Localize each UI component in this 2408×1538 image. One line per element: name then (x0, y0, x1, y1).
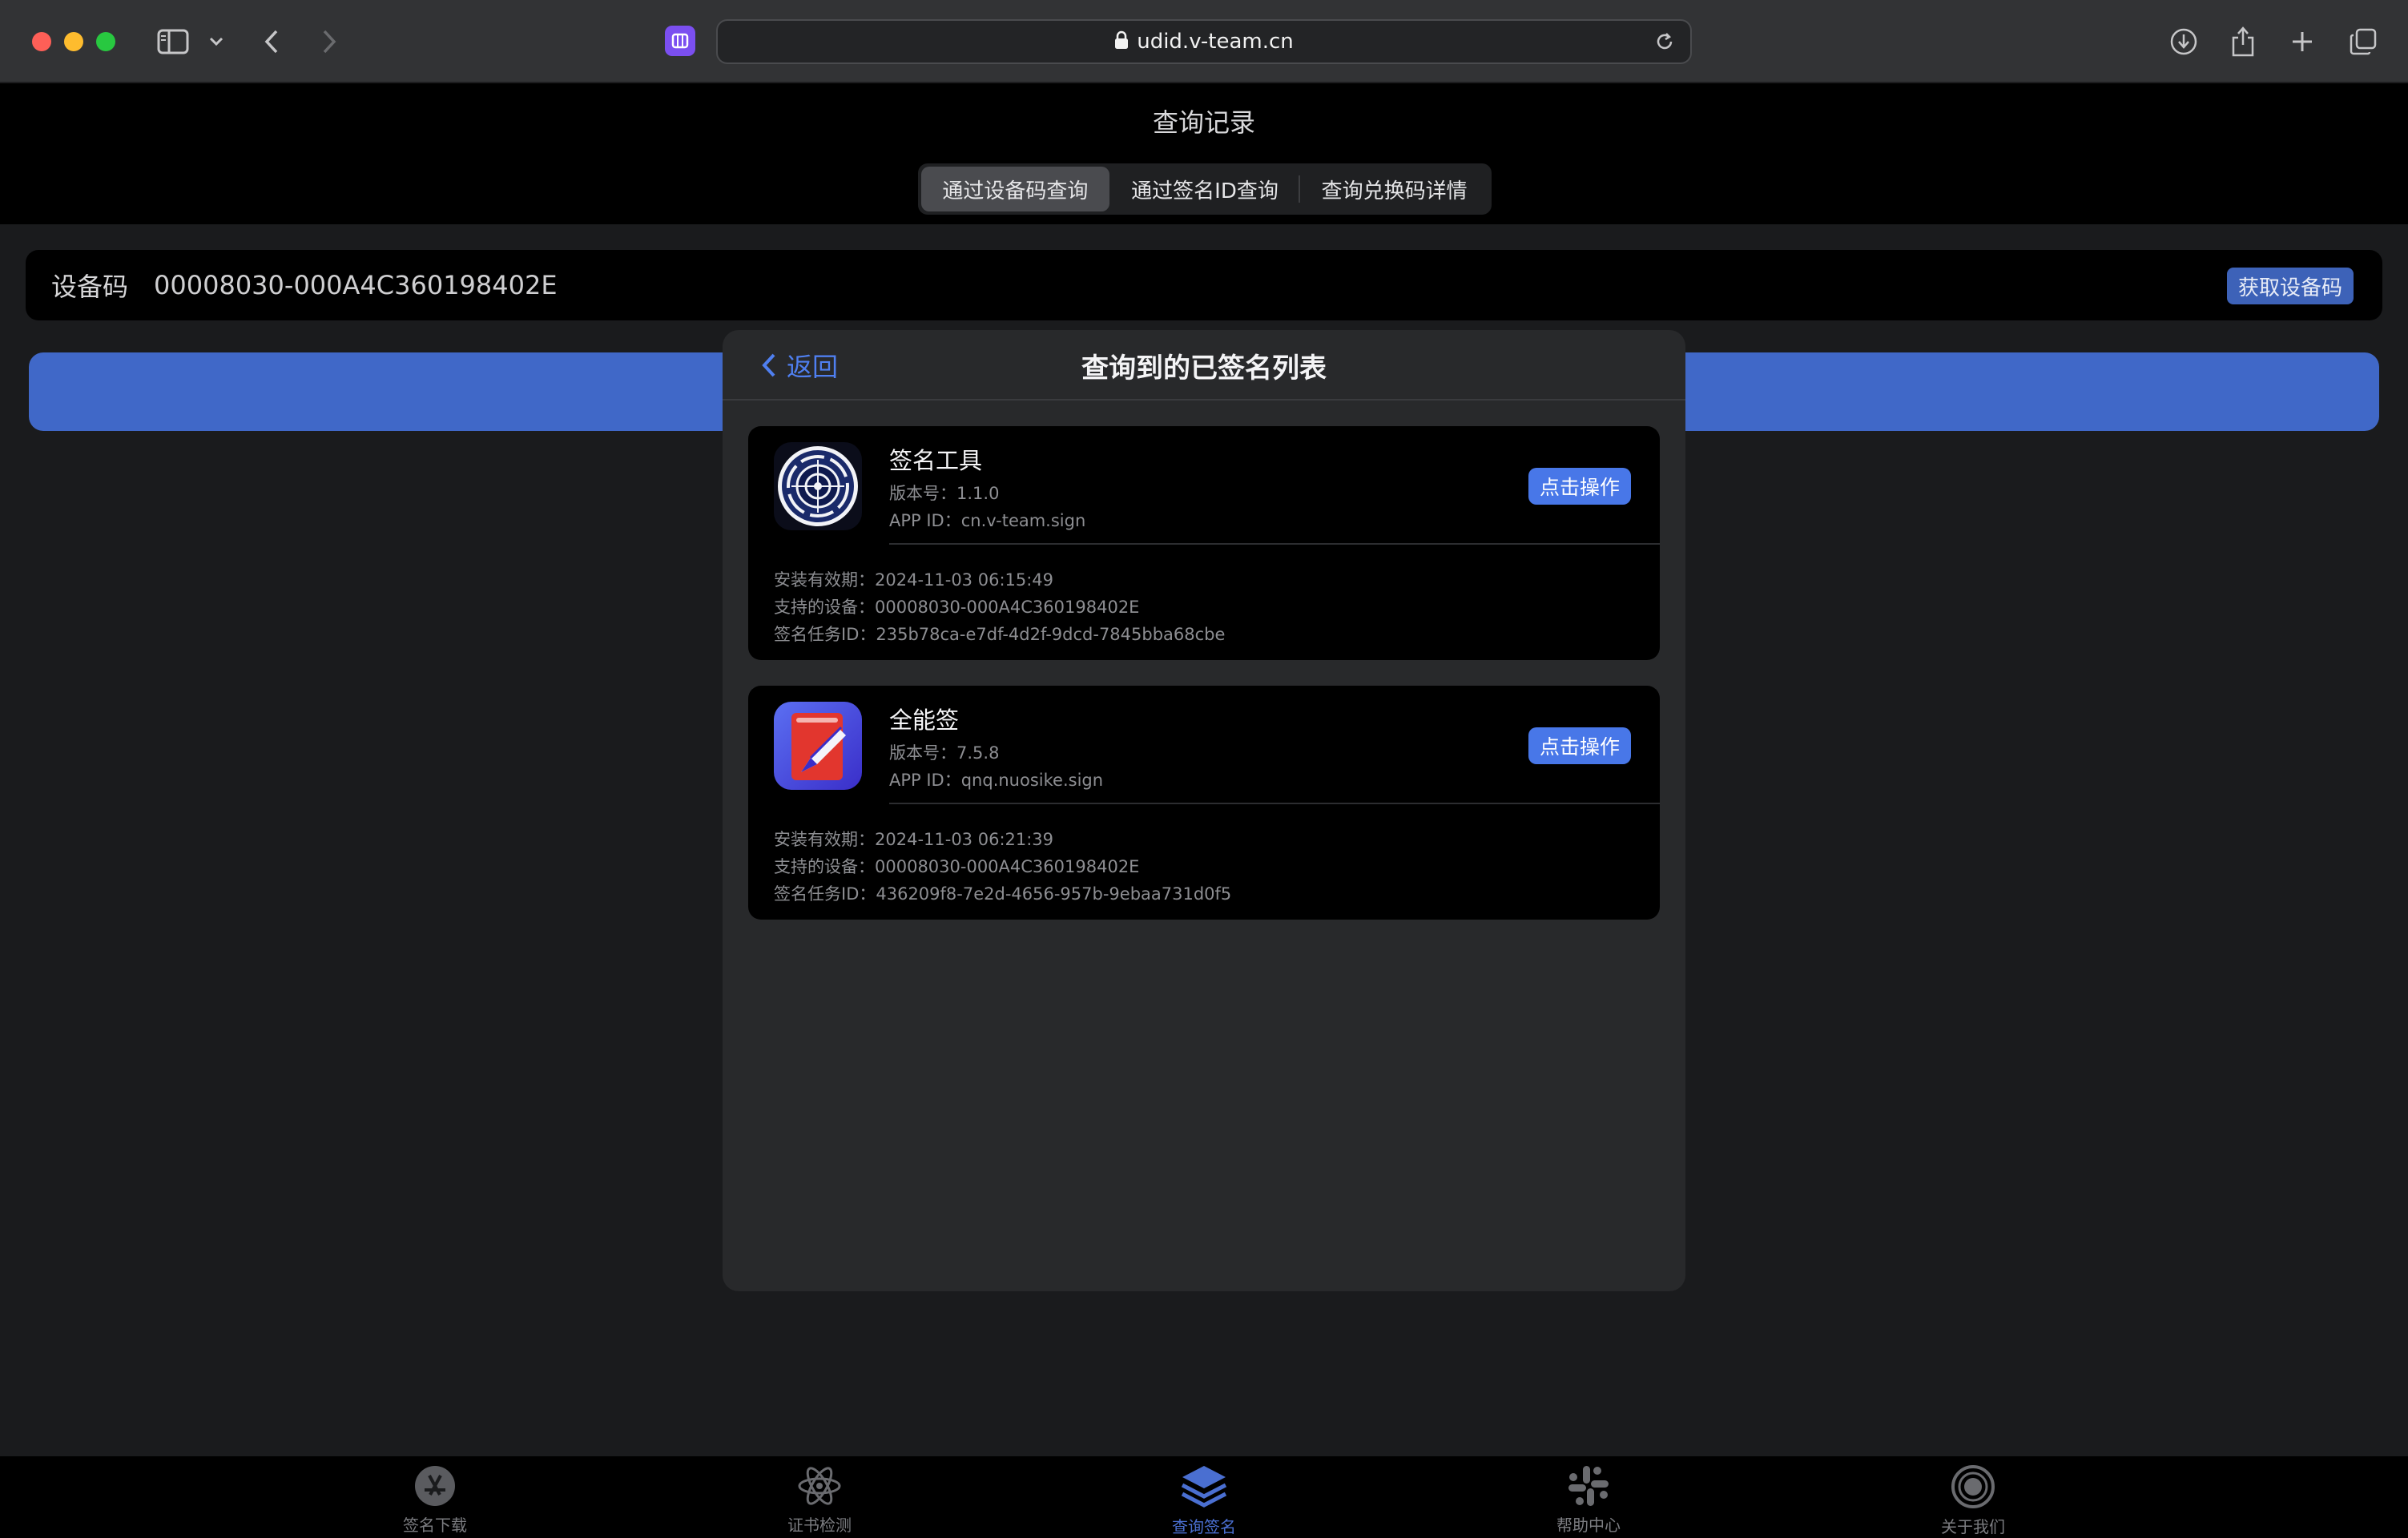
tab-label: 签名下载 (403, 1516, 467, 1535)
device-code-row: 设备码 00008030-000A4C360198402E 获取设备码 (26, 250, 2382, 320)
download-icon[interactable] (2166, 24, 2201, 59)
query-mode-tabs: 通过设备码查询 通过签名ID查询 查询兑换码详情 (918, 163, 1492, 215)
supported-device: 支持的设备：00008030-000A4C360198402E (774, 598, 1140, 617)
app-action-button[interactable]: 点击操作 (1528, 727, 1631, 764)
chevron-down-icon[interactable] (207, 24, 226, 59)
share-icon[interactable] (2227, 24, 2259, 59)
app-name: 签名工具 (889, 447, 983, 474)
modal-title: 查询到的已签名列表 (1081, 352, 1327, 384)
sign-task-id: 签名任务ID：436209f8-7e2d-4656-957b-9ebaa731d… (774, 884, 1232, 904)
app-action-button[interactable]: 点击操作 (1528, 468, 1631, 505)
tab-redeem-code[interactable]: 查询兑换码详情 (1300, 167, 1488, 211)
tab-label: 证书检测 (787, 1516, 852, 1535)
app-bundle-id: APP ID：qnq.nuosike.sign (889, 771, 1104, 790)
page-title: 查询记录 (1152, 107, 1255, 138)
page-header: 查询记录 通过设备码查询 通过签名ID查询 查询兑换码详情 (0, 83, 2408, 224)
tab-help-center[interactable]: 帮助中心 (1508, 1464, 1669, 1538)
install-expiry: 安装有效期：2024-11-03 06:15:49 (774, 570, 1054, 590)
card-divider (889, 803, 1660, 804)
app-name: 全能签 (889, 707, 960, 734)
tab-label: 帮助中心 (1556, 1516, 1621, 1535)
minimize-window-button[interactable] (64, 32, 83, 51)
quanneng-app-icon (774, 702, 862, 790)
app-version: 版本号：7.5.8 (889, 743, 1000, 763)
install-expiry: 安装有效期：2024-11-03 06:21:39 (774, 830, 1054, 849)
target-icon (1951, 1465, 1995, 1508)
tab-signature-id[interactable]: 通过签名ID查询 (1111, 167, 1299, 211)
reload-icon[interactable] (1653, 30, 1676, 56)
browser-toolbar: udid.v-team.cn (0, 0, 2408, 83)
extension-icon[interactable] (665, 26, 695, 56)
tab-cert-check[interactable]: 证书检测 (739, 1464, 900, 1538)
lock-icon (1114, 30, 1129, 53)
app-version: 版本号：1.1.0 (889, 484, 1000, 503)
address-bar[interactable]: udid.v-team.cn (716, 19, 1692, 64)
tab-device-code[interactable]: 通过设备码查询 (921, 167, 1109, 211)
modal-header: 查询到的已签名列表 返回 (723, 330, 1685, 401)
app-bundle-id: APP ID：cn.v-team.sign (889, 511, 1086, 530)
sidebar-icon[interactable] (155, 24, 191, 59)
new-tab-icon[interactable] (2286, 24, 2318, 59)
sign-task-id: 签名任务ID：235b78ca-e7df-4d2f-9dcd-7845bba68… (774, 625, 1226, 644)
slack-icon (1568, 1466, 1609, 1506)
get-device-code-button[interactable]: 获取设备码 (2226, 268, 2354, 304)
layers-icon (1181, 1466, 1227, 1508)
zoom-window-button[interactable] (96, 32, 115, 51)
back-label: 返回 (787, 352, 839, 382)
atom-icon (798, 1467, 841, 1505)
tabs-overview-icon[interactable] (2346, 24, 2381, 59)
signed-list-modal: 查询到的已签名列表 返回 签名工具 版本号：1.1.0 APP ID：cn.v-… (723, 330, 1685, 1291)
close-window-button[interactable] (32, 32, 51, 51)
card-divider (889, 543, 1660, 545)
signed-app-card: 全能签 版本号：7.5.8 APP ID：qnq.nuosike.sign 点击… (748, 686, 1660, 920)
tab-query-sign[interactable]: 查询签名 (1124, 1464, 1284, 1538)
tab-about-us[interactable]: 关于我们 (1893, 1464, 2053, 1538)
supported-device: 支持的设备：00008030-000A4C360198402E (774, 857, 1140, 876)
device-code-label: 设备码 (51, 272, 129, 302)
device-code-input[interactable]: 00008030-000A4C360198402E (154, 270, 558, 300)
tab-label: 关于我们 (1941, 1517, 2005, 1536)
bottom-tab-bar: 签名下载 证书检测 查询签名 帮助中心 关于我们 (0, 1456, 2408, 1538)
back-arrow-icon[interactable] (258, 24, 285, 59)
signed-app-card: 签名工具 版本号：1.1.0 APP ID：cn.v-team.sign 点击操… (748, 426, 1660, 660)
chevron-left-icon (762, 353, 775, 377)
app-store-icon (415, 1466, 455, 1506)
back-button[interactable]: 返回 (761, 346, 838, 384)
tab-sign-download[interactable]: 签名下载 (355, 1464, 515, 1538)
url-text: udid.v-team.cn (1137, 30, 1294, 54)
tab-label: 查询签名 (1172, 1517, 1236, 1536)
forward-arrow-icon[interactable] (316, 24, 343, 59)
sign-tool-app-icon (774, 442, 862, 530)
